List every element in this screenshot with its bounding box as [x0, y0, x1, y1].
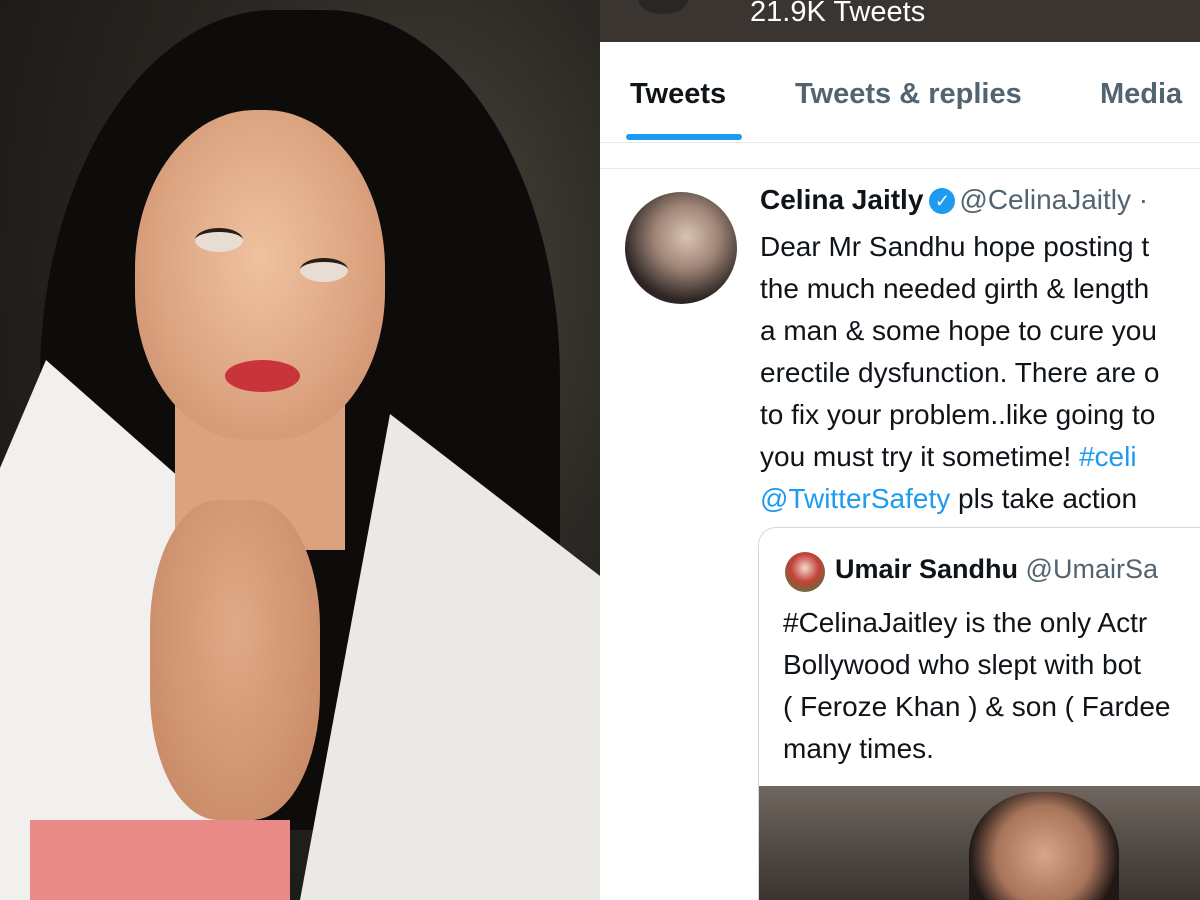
tab-media[interactable]: Media	[1100, 78, 1182, 111]
quoted-tweet[interactable]: Umair Sandhu @UmairSa #CelinaJaitley is …	[758, 527, 1200, 900]
tweet-header: Celina Jaitly ✓ @CelinaJaitly ·	[760, 184, 1148, 216]
profile-header: 21.9K Tweets	[600, 0, 1200, 42]
quoted-line: many times.	[783, 733, 934, 764]
quoted-author-name: Umair Sandhu	[835, 554, 1019, 584]
quoted-line: ( Feroze Khan ) & son ( Fardee	[783, 691, 1171, 722]
tweet-author-handle[interactable]: @CelinaJaitly ·	[959, 184, 1148, 215]
profile-tabs: Tweets Tweets & replies Media	[600, 42, 1200, 143]
profile-photo	[0, 0, 600, 900]
tweet-line-text: pls take action	[950, 483, 1138, 514]
twitter-screenshot: 21.9K Tweets Tweets Tweets & replies Med…	[600, 0, 1200, 900]
tweet-count: 21.9K Tweets	[750, 0, 926, 28]
quoted-author-avatar	[785, 552, 825, 592]
tweet-text: Dear Mr Sandhu hope posting t the much n…	[760, 226, 1200, 520]
tweet-line-text: you must try it sometime!	[760, 441, 1079, 472]
tweet-line: to fix your problem..like going to	[760, 399, 1156, 430]
tweet-line: a man & some hope to cure you	[760, 315, 1157, 346]
hashtag-link[interactable]: #celi	[1079, 441, 1137, 472]
tweet-author-avatar[interactable]	[625, 192, 737, 304]
tweet-line: erectile dysfunction. There are o	[760, 357, 1160, 388]
quoted-line: Bollywood who slept with bot	[783, 649, 1141, 680]
tweet-line: Dear Mr Sandhu hope posting t	[760, 231, 1150, 262]
quoted-author-handle: @UmairSa	[1025, 554, 1158, 584]
quoted-line: #CelinaJaitley is the only Actr	[783, 607, 1148, 638]
active-tab-indicator	[626, 134, 742, 140]
verified-badge-icon: ✓	[929, 188, 956, 214]
tweet-line: you must try it sometime! #celi	[760, 436, 1200, 478]
tab-tweets[interactable]: Tweets	[630, 78, 726, 111]
tweet-author-name[interactable]: Celina Jaitly	[760, 184, 923, 215]
quoted-tweet-header: Umair Sandhu @UmairSa	[835, 554, 1158, 585]
mention-link[interactable]: @TwitterSafety	[760, 483, 950, 514]
profile-avatar-partial	[638, 0, 688, 14]
quoted-tweet-text: #CelinaJaitley is the only Actr Bollywoo…	[783, 602, 1171, 770]
tab-tweets-replies[interactable]: Tweets & replies	[795, 78, 1022, 111]
tweet-line: @TwitterSafety pls take action	[760, 478, 1200, 520]
tweet-line: the much needed girth & length	[760, 273, 1150, 304]
quoted-tweet-image[interactable]	[759, 786, 1200, 900]
